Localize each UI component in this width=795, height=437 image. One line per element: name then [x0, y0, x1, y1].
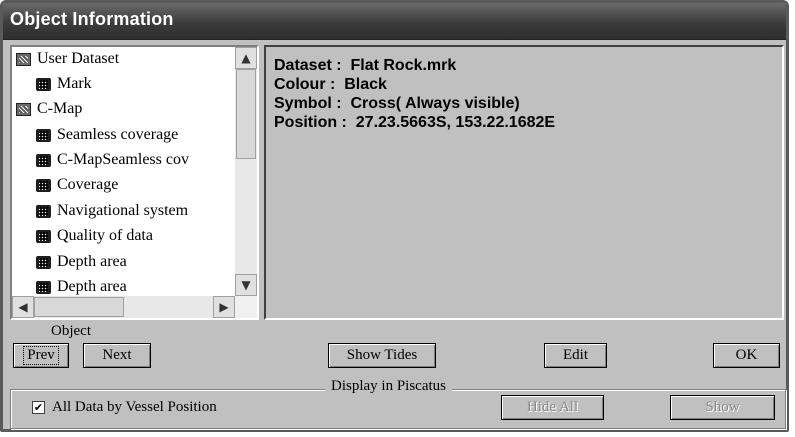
symbol-line: Symbol : Cross( Always visible) — [274, 95, 520, 112]
tree-item-depth-area-2[interactable]: Depth area — [36, 276, 127, 298]
folder-icon — [16, 102, 31, 116]
scrollbar-corner — [235, 296, 257, 318]
scroll-right-button[interactable]: ▶ — [213, 296, 235, 318]
layer-icon — [36, 229, 51, 243]
tree-item-label: C-MapSeamless cov — [57, 151, 189, 168]
scroll-down-button[interactable]: ▼ — [235, 274, 257, 296]
layer-icon — [36, 128, 51, 142]
position-line: Position : 27.23.5663S, 153.22.1682E — [274, 114, 556, 131]
hide-all-button[interactable]: Hide All — [501, 395, 604, 420]
colour-line: Colour : Black — [274, 76, 387, 93]
object-group-label: Object — [51, 323, 91, 339]
tree-item-label: User Dataset — [37, 50, 120, 67]
chevron-left-icon: ◀ — [18, 300, 28, 314]
prev-button[interactable]: Prev — [13, 343, 69, 368]
tree-item-c-map-seamless-cov[interactable]: C-MapSeamless cov — [36, 149, 189, 171]
object-details-panel: Dataset : Flat Rock.mrk Colour : Black S… — [264, 45, 784, 320]
edit-button[interactable]: Edit — [544, 343, 607, 368]
layer-icon — [36, 255, 51, 269]
dataset-line: Dataset : Flat Rock.mrk — [274, 57, 457, 74]
ok-button-label: OK — [735, 347, 758, 363]
tree-item-navigational-system[interactable]: Navigational system — [36, 200, 188, 222]
window-title: Object Information — [10, 9, 174, 29]
show-button-label: Show — [705, 399, 740, 415]
tree-item-mark[interactable]: Mark — [36, 73, 92, 95]
all-data-by-vessel-position-checkbox[interactable]: ✔ — [32, 401, 45, 414]
show-tides-button[interactable]: Show Tides — [328, 343, 436, 368]
title-bar[interactable]: Object Information — [3, 3, 786, 40]
horizontal-scroll-thumb[interactable] — [34, 297, 124, 317]
tree-item-label: Seamless coverage — [57, 126, 179, 143]
folder-icon — [16, 52, 31, 66]
tree-item-depth-area[interactable]: Depth area — [36, 251, 127, 273]
tree-item-label: Depth area — [57, 278, 127, 295]
hide-all-button-label: Hide All — [526, 399, 579, 415]
tree-item-user-dataset[interactable]: User Dataset — [16, 48, 119, 70]
object-information-window: Object Information User Dataset Mark C-M… — [0, 0, 789, 432]
next-button-label: Next — [102, 347, 132, 363]
layer-icon — [36, 280, 51, 294]
chevron-up-icon: ▲ — [241, 51, 251, 65]
tree-item-label: Mark — [57, 75, 92, 92]
ok-button[interactable]: OK — [713, 343, 780, 368]
layer-icon — [36, 178, 51, 192]
vertical-scrollbar[interactable]: ▲ ▼ — [235, 47, 257, 296]
display-group-title: Display in Piscatus — [325, 378, 452, 395]
object-tree[interactable]: User Dataset Mark C-Map Seamless coverag… — [10, 45, 259, 320]
scroll-up-button[interactable]: ▲ — [235, 47, 257, 69]
tree-item-label: C-Map — [37, 100, 83, 117]
layer-icon — [36, 77, 51, 91]
edit-button-label: Edit — [563, 347, 588, 363]
tree-item-label: Navigational system — [57, 202, 189, 219]
tree-item-label: Depth area — [57, 253, 127, 270]
tree-item-c-map[interactable]: C-Map — [16, 98, 82, 120]
show-tides-button-label: Show Tides — [346, 347, 418, 363]
layer-icon — [36, 204, 51, 218]
check-mark-icon: ✔ — [33, 401, 44, 414]
next-button[interactable]: Next — [83, 343, 151, 368]
horizontal-scrollbar[interactable]: ◀ ▶ — [12, 296, 235, 318]
tree-item-label: Quality of data — [57, 227, 153, 244]
scroll-left-button[interactable]: ◀ — [12, 296, 34, 318]
tree-item-coverage[interactable]: Coverage — [36, 174, 118, 196]
prev-button-label: Prev — [23, 346, 59, 365]
tree-item-label: Coverage — [57, 176, 119, 193]
show-button[interactable]: Show — [670, 395, 775, 420]
vertical-scroll-thumb[interactable] — [236, 69, 256, 159]
tree-item-quality-of-data[interactable]: Quality of data — [36, 225, 153, 247]
layer-icon — [36, 153, 51, 167]
all-data-by-vessel-position-label[interactable]: All Data by Vessel Position — [52, 399, 217, 416]
chevron-down-icon: ▼ — [241, 278, 251, 292]
tree-item-seamless-coverage[interactable]: Seamless coverage — [36, 124, 178, 146]
chevron-right-icon: ▶ — [219, 300, 229, 314]
